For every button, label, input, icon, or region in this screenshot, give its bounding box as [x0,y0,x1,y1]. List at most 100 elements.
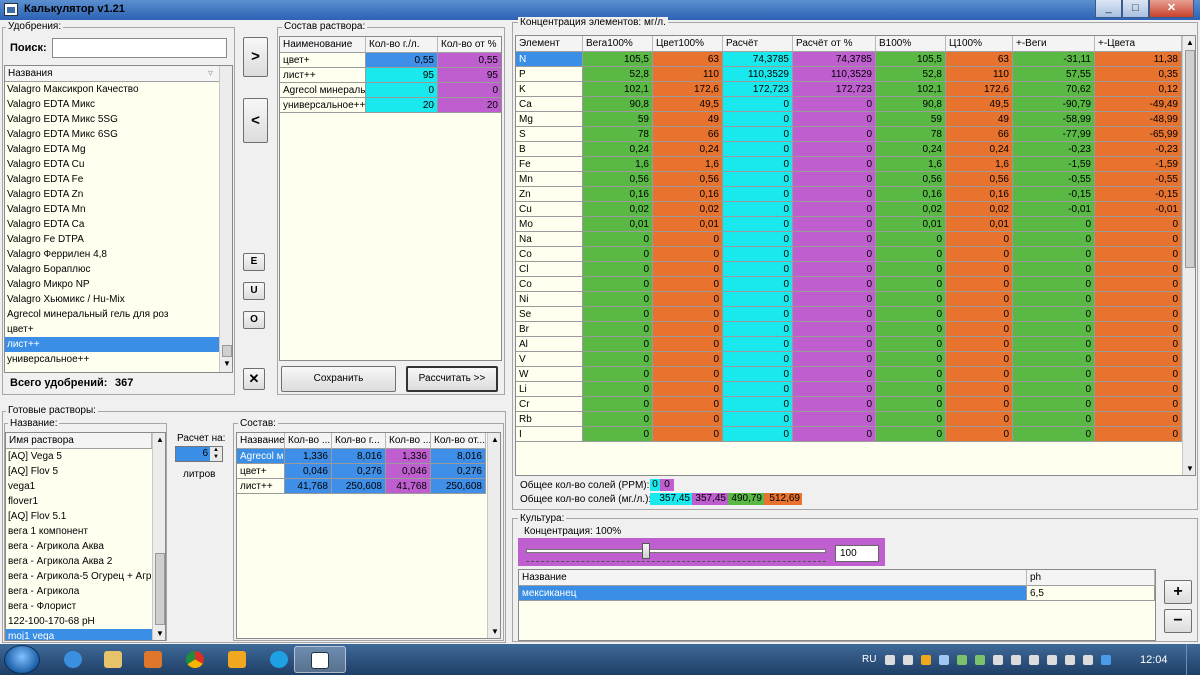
scroll-up-icon[interactable]: ▲ [1186,38,1194,47]
concentration-cell[interactable]: 0 [583,367,653,382]
network-icon[interactable] [993,655,1003,665]
sostav-cell[interactable]: лист++ [237,479,285,494]
concentration-cell[interactable]: 0,16 [876,187,946,202]
element-name-cell[interactable]: I [516,427,583,442]
ready-solution-item[interactable]: flover1 [6,494,152,509]
concentration-header[interactable]: В100% [876,36,946,52]
ready-solution-item[interactable]: moj1 vega [6,629,152,640]
concentration-cell[interactable]: 1,6 [946,157,1013,172]
scroll-down-icon[interactable]: ▼ [491,627,499,636]
composition-cell-name[interactable]: цвет+ [280,53,366,68]
concentration-cell[interactable]: 0 [1095,337,1182,352]
concentration-cell[interactable]: 0 [793,352,876,367]
concentration-cell[interactable]: 0 [583,322,653,337]
concentration-cell[interactable]: 0 [946,337,1013,352]
concentration-cell[interactable]: 0 [876,322,946,337]
concentration-cell[interactable]: 0 [1013,367,1095,382]
element-name-cell[interactable]: B [516,142,583,157]
concentration-cell[interactable]: 52,8 [876,67,946,82]
ready-solution-item[interactable]: вега - Агрикола Аква [6,539,152,554]
concentration-cell[interactable]: 0,02 [583,202,653,217]
concentration-cell[interactable]: 0 [583,277,653,292]
concentration-cell[interactable]: 0 [653,367,723,382]
concentration-cell[interactable]: 0 [1095,412,1182,427]
fertilizer-list-item[interactable]: Valagro EDTA Mn [5,202,219,217]
concentration-cell[interactable]: 63 [946,52,1013,67]
concentration-cell[interactable]: 0 [723,367,793,382]
e-button[interactable]: E [243,253,265,271]
fertilizer-list-header[interactable]: Названия ▿ [5,66,219,82]
concentration-cell[interactable]: -0,23 [1013,142,1095,157]
ready-solution-item[interactable]: вега 1 компонент [6,524,152,539]
concentration-cell[interactable]: -0,15 [1013,187,1095,202]
concentration-cell[interactable]: 110,3529 [793,67,876,82]
ready-solution-item[interactable]: vega1 [6,479,152,494]
fertilizer-list-item[interactable]: Valagro Микро NP [5,277,219,292]
concentration-cell[interactable]: 0 [793,97,876,112]
concentration-cell[interactable]: 0 [1095,397,1182,412]
element-name-cell[interactable]: Li [516,382,583,397]
fertilizer-list-item[interactable]: Valagro EDTA Zn [5,187,219,202]
concentration-cell[interactable]: 1,6 [653,157,723,172]
spin-up-icon[interactable]: ▲ [210,447,222,454]
composition-cell-pct[interactable]: 0 [438,83,501,98]
fertilizer-list-item[interactable]: цвет+ [5,322,219,337]
concentration-cell[interactable]: 172,723 [723,82,793,97]
concentration-cell[interactable]: 0 [723,397,793,412]
concentration-cell[interactable]: 0,24 [876,142,946,157]
concentration-cell[interactable]: 0 [583,307,653,322]
sostav-header[interactable]: Название [237,433,285,449]
fertilizer-list-item[interactable]: Agrecol минеральный гель для роз [5,307,219,322]
concentration-cell[interactable]: 0 [946,352,1013,367]
concentration-cell[interactable]: 0,12 [1095,82,1182,97]
composition-header-pct[interactable]: Кол-во от % [438,37,501,53]
fertilizer-list-item[interactable]: Valagro Хьюмикс / Hu-Mix [5,292,219,307]
concentration-cell[interactable]: 0,56 [583,172,653,187]
concentration-cell[interactable]: 0 [1095,382,1182,397]
composition-cell-g[interactable]: 0,55 [366,53,438,68]
scroll-thumb[interactable] [1185,50,1195,268]
scroll-up-icon[interactable]: ▲ [156,435,164,444]
culture-header-name[interactable]: Название [519,570,1027,586]
concentration-cell[interactable]: -0,23 [1095,142,1182,157]
composition-cell-pct[interactable]: 20 [438,98,501,113]
minimize-button[interactable]: _ [1095,0,1122,18]
delete-button[interactable]: ✕ [243,368,265,390]
o-app-icon[interactable] [921,655,931,665]
concentration-cell[interactable]: 0 [583,337,653,352]
concentration-cell[interactable]: 0 [1013,412,1095,427]
concentration-cell[interactable]: 0 [793,202,876,217]
fan-icon[interactable] [957,655,967,665]
u-button[interactable]: U [243,282,265,300]
concentration-cell[interactable]: 172,6 [946,82,1013,97]
culture-cell-ph[interactable]: 6,5 [1027,586,1155,601]
fertilizer-list-item[interactable]: Valagro EDTA Микс 6SG [5,127,219,142]
concentration-cell[interactable]: 0 [876,412,946,427]
concentration-cell[interactable]: 0 [723,172,793,187]
concentration-cell[interactable]: 0 [946,292,1013,307]
sostav-cell[interactable]: 41,768 [386,479,431,494]
element-name-cell[interactable]: Zn [516,187,583,202]
concentration-cell[interactable]: 59 [583,112,653,127]
concentration-cell[interactable]: 0,01 [653,217,723,232]
concentration-cell[interactable]: 0 [946,247,1013,262]
concentration-cell[interactable]: 102,1 [876,82,946,97]
close-button[interactable]: ✕ [1149,0,1194,18]
concentration-cell[interactable]: 0 [1013,232,1095,247]
sostav-cell[interactable]: 0,046 [386,464,431,479]
sostav-cell[interactable]: 250,608 [332,479,386,494]
remove-from-solution-button[interactable]: < [243,98,268,143]
concentration-cell[interactable]: 0 [1013,292,1095,307]
concentration-cell[interactable]: 57,55 [1013,67,1095,82]
composition-cell-name[interactable]: универсальное++ [280,98,366,113]
concentration-cell[interactable]: 105,5 [876,52,946,67]
fertilizer-list-item[interactable]: универсальное++ [5,352,219,367]
concentration-cell[interactable]: 110 [653,67,723,82]
element-name-cell[interactable]: Ca [516,97,583,112]
sostav-cell[interactable]: 8,016 [332,449,386,464]
concentration-cell[interactable]: 0 [793,187,876,202]
concentration-cell[interactable]: 0,24 [583,142,653,157]
concentration-cell[interactable]: 105,5 [583,52,653,67]
fertilizer-list-item[interactable]: Valagro Бораплюс [5,262,219,277]
concentration-cell[interactable]: 0 [1095,262,1182,277]
